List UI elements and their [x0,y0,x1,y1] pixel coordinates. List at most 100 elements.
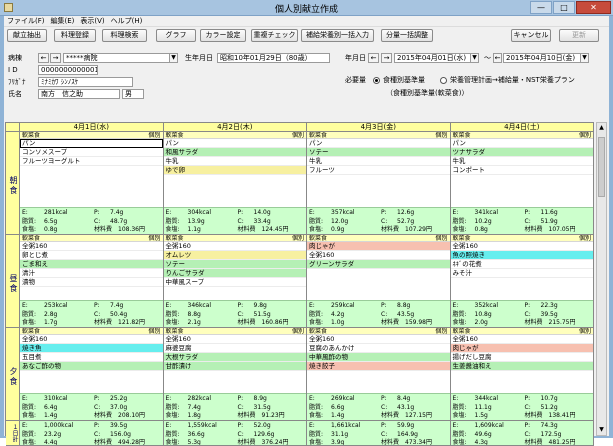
meal-cell[interactable]: 軟菜食 個別 パン 和風サラダ 牛乳 ゆで卵 E: 304kcal P: 14.0g 脂質: 13.9… [163,132,307,235]
meal-cell[interactable]: 軟菜食 個別 全粥160 麻婆豆腐 大根サラダ 甘酢漬け E: 282kcal P: 8.9g 脂質… [163,328,307,421]
color-settings-button[interactable]: カラー設定 [200,29,246,42]
dish-item[interactable]: 肉じゃが [450,344,593,353]
dish-item[interactable]: 全粥160 [20,242,163,251]
dish-item[interactable]: 牛乳 [163,157,306,166]
scroll-up-icon[interactable]: ▲ [597,123,606,133]
graph-button[interactable]: グラフ [156,29,196,42]
dish-item[interactable]: 牛乳 [307,157,450,166]
update-button[interactable]: 更新 [559,29,599,42]
meal-cell[interactable]: 軟菜食 個別 全粥160 豆腐のあんかけ 中華風酢の物 焼き餃子 E: 269kcal P: 8.… [307,328,451,421]
dish-item[interactable]: ソテー [163,260,306,269]
meal-cell[interactable]: 軟菜食 個別 肉じゃが 全粥160 グリーンサラダ E: 259kcal P: 8.8g 脂質: 4… [307,235,451,328]
dish-item[interactable]: パン [163,139,306,148]
meal-cell[interactable]: 軟菜食 個別 パン ツナサラダ 牛乳 コンポート E: 341kcal P: 11.6g 脂質: 10… [450,132,594,235]
standard-radio[interactable] [373,77,380,84]
meal-cell[interactable]: 軟菜食 個別 パン ソテー 牛乳 フルーツ E: 357kcal P: 12.6g 脂質: 12.0g… [307,132,451,235]
meal-cell[interactable]: 軟菜食 個別 全粥160 魚の照焼き ﾈｷﾞの花煮 みそ汁 E: 352kcal P: 22.3g… [450,235,594,328]
meal-cell[interactable]: 軟菜食 個別 全粥160 焼き魚 五目煮 あなご酢の物 E: 310kcal P: 25.2g 脂質… [20,328,164,421]
minimize-button[interactable]: — [530,1,552,14]
dish-item[interactable]: 麻婆豆腐 [163,344,306,353]
dish-item[interactable]: 中華風酢の物 [307,353,450,362]
extract-menu-button[interactable]: 献立抽出 [7,29,47,42]
dish-item[interactable]: 全粥160 [450,335,593,344]
plan-radio[interactable] [440,77,447,84]
title-bar[interactable]: 個人別献立作成 — □ ✕ [0,0,613,16]
dish-item[interactable]: 全粥160 [163,242,306,251]
dish-item[interactable]: 豆腐のあんかけ [307,344,450,353]
day-header[interactable]: 4月4日(土) [450,123,594,132]
dish-item[interactable]: 中華風スープ [163,278,306,287]
date-to-dropdown-icon[interactable]: ▼ [580,53,589,63]
dish-item[interactable]: 漬物 [20,278,163,287]
dish-item[interactable]: あなご酢の物 [20,362,163,371]
meal-cell[interactable]: 軟菜食 個別 パン コンソメスープ フルーツヨーグルト E: 281kcal P: 7.4g 脂質… [20,132,164,235]
dish-item[interactable]: りんごサラダ [163,269,306,278]
dish-item[interactable]: パン [307,139,450,148]
dish-item[interactable]: 全粥160 [20,335,163,344]
dish-item[interactable]: コンポート [450,166,593,175]
close-button[interactable]: ✕ [576,1,611,14]
kana-field[interactable]: ﾐﾅﾐｶﾜ ｼﾝﾉｽｹ [38,77,133,87]
dish-item[interactable]: 大根サラダ [163,353,306,362]
next-period-button[interactable]: → [381,53,392,63]
dish-item[interactable]: パン [20,139,163,148]
name-field[interactable]: 南方 信之助 [38,89,120,99]
dish-item[interactable]: 焼き魚 [20,344,163,353]
dish-item[interactable]: 全粥160 [450,242,593,251]
maximize-button[interactable]: □ [553,1,575,14]
dish-item[interactable]: 卵とじ煮 [20,251,163,260]
menu-file[interactable]: ファイル(F) [4,16,48,27]
day-header[interactable]: 4月1日(水) [20,123,164,132]
dish-item[interactable]: ソテー [307,148,450,157]
dish-item[interactable]: 全粥160 [163,335,306,344]
ward-dropdown-icon[interactable]: ▼ [169,53,178,63]
sex-field[interactable]: 男 [122,89,144,99]
dish-item[interactable]: 牛乳 [450,157,593,166]
dish-item[interactable]: 揚げだし豆腐 [450,353,593,362]
bulk-input-button[interactable]: 補給栄養別一括入力 [301,29,374,42]
dish-item[interactable]: 生姜醤油和え [450,362,593,371]
dish-item[interactable]: 焼き餃子 [307,362,450,371]
dish-item[interactable]: 清汁 [20,269,163,278]
dish-item[interactable]: フルーツ [307,166,450,175]
dish-item[interactable]: 甘酢漬け [163,362,306,371]
prev-ward-button[interactable]: ← [38,53,49,63]
dish-item[interactable]: フルーツヨーグルト [20,157,163,166]
prev-period-button[interactable]: ← [368,53,379,63]
menu-view[interactable]: 表示(V) [77,16,107,27]
search-dish-button[interactable]: 料理検索 [102,29,147,42]
day-header[interactable]: 4月2日(木) [163,123,307,132]
next-ward-button[interactable]: → [50,53,61,63]
meal-cell[interactable]: 軟菜食 個別 全粥160 肉じゃが 揚げだし豆腐 生姜醤油和え E: 344kcal P: 10.… [450,328,594,421]
dish-item[interactable]: ゆで卵 [163,166,306,175]
dish-item[interactable]: ツナサラダ [450,148,593,157]
register-dish-button[interactable]: 料理登録 [54,29,96,42]
dish-item[interactable]: コンソメスープ [20,148,163,157]
cancel-button[interactable]: キャンセル [511,29,551,42]
day-header[interactable]: 4月3日(金) [307,123,451,132]
scroll-down-icon[interactable]: ▼ [597,425,606,435]
date-from-dropdown-icon[interactable]: ▼ [470,53,479,63]
dish-item[interactable]: ﾈｷﾞの花煮 [450,260,593,269]
scroll-thumb[interactable] [598,137,605,197]
dish-item[interactable]: 全粥160 [307,335,450,344]
bulk-adjust-button[interactable]: 分量一括調整 [381,29,433,42]
menu-help[interactable]: ヘルプ(H) [108,16,146,27]
dish-item[interactable]: ごま和え [20,260,163,269]
dish-item[interactable]: オムレツ [163,251,306,260]
dish-item[interactable]: 魚の照焼き [450,251,593,260]
vertical-scrollbar[interactable]: ▲ ▼ [596,122,607,436]
id-field[interactable]: 0000000000001 [38,65,98,75]
dish-item[interactable]: 五目煮 [20,353,163,362]
dish-item[interactable]: 全粥160 [307,251,450,260]
dish-item[interactable]: グリーンサラダ [307,260,450,269]
dish-item[interactable]: みそ汁 [450,269,593,278]
date-to-prev-button[interactable]: ← [493,53,502,63]
dish-item[interactable]: 肉じゃが [307,242,450,251]
dish-item[interactable]: 和風サラダ [163,148,306,157]
dish-item[interactable]: パン [450,139,593,148]
duplicate-check-button[interactable]: 重複チェック [251,29,298,42]
menu-edit[interactable]: 編集(E) [48,16,78,27]
meal-cell[interactable]: 軟菜食 個別 全粥160 オムレツ ソテー りんごサラダ 中華風スープ E: 346kcal P:… [163,235,307,328]
ward-select[interactable]: *****病院 [63,53,173,63]
